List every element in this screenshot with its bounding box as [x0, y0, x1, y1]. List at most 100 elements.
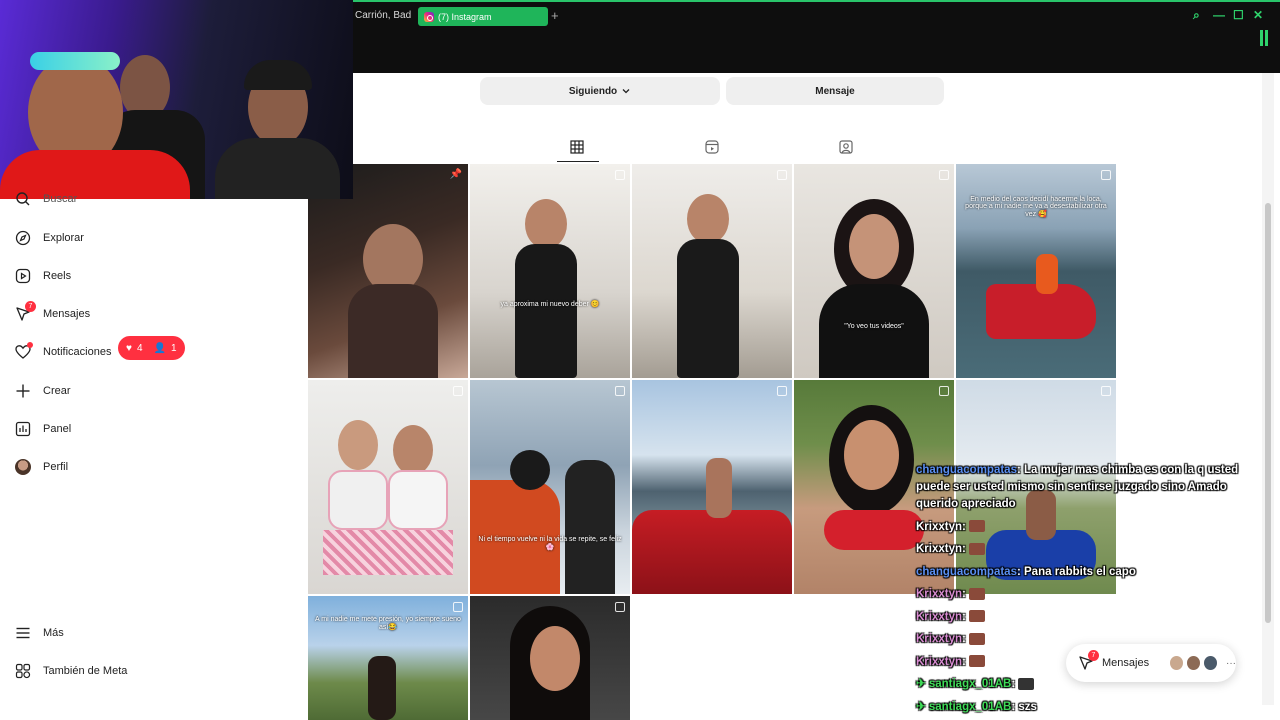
carousel-icon [1101, 386, 1111, 396]
chat-message: ✈ santiagx_01AB: szs [916, 700, 1037, 713]
search-icon [14, 191, 31, 208]
sidebar-item-label: Mensajes [43, 308, 91, 320]
emote-icon [969, 655, 986, 668]
chat-message: changuacompatas: Pana rabbits el capo [916, 565, 1136, 578]
active-tab-indicator [557, 161, 599, 162]
sidebar-item-profile[interactable]: Perfil [14, 456, 68, 478]
sidebar-item-create[interactable]: Crear [14, 380, 71, 402]
sidebar-item-label: Notificaciones [43, 346, 112, 358]
sidebar-item-label: Perfil [43, 461, 69, 473]
post-tile[interactable]: "Yo veo tus videos" [794, 164, 954, 378]
person-icon: 👤 [153, 342, 166, 354]
messages-floating-button[interactable]: 7 Mensajes ··· [1066, 644, 1236, 682]
maximize-button[interactable]: ☐ [1233, 8, 1244, 22]
emote-icon [969, 610, 986, 623]
reels-icon [14, 268, 31, 285]
sidebar-item-label: Explorar [43, 232, 84, 244]
notification-pill[interactable]: ♥ 4 👤 1 [118, 336, 185, 360]
post-tile[interactable] [632, 380, 792, 594]
post-tile[interactable]: Ni el tiempo vuelve ni la vida se repite… [470, 380, 630, 594]
post-tile[interactable]: En medio del caos decidí hacerme la loca… [956, 164, 1116, 378]
instagram-sidebar: Buscar Explorar Reels 7 Mensajes Notific… [0, 192, 307, 720]
post-tile[interactable]: A mi nadie me mete presión, yo siempre s… [308, 596, 468, 720]
post-tile[interactable] [308, 380, 468, 594]
sidebar-item-label: Crear [43, 385, 71, 397]
reels-tab-icon[interactable] [704, 139, 720, 155]
reel-icon [939, 170, 949, 180]
close-button[interactable]: ✕ [1253, 8, 1263, 22]
scrollbar-thumb[interactable] [1265, 203, 1271, 623]
sidebar-item-reels[interactable]: Reels [14, 265, 71, 287]
sidebar-toggle-icon[interactable] [1260, 30, 1268, 46]
post-tile[interactable]: ya aproxima mi nuevo deber 😊 [470, 164, 630, 378]
browser-tab-label: (7) Instagram [438, 11, 492, 22]
message-label: Mensaje [815, 85, 855, 97]
new-tab-button[interactable]: + [551, 8, 559, 23]
pin-icon: 📌 [449, 169, 462, 180]
profile-header: Siguiendo Mensaje [353, 73, 1268, 164]
avatar [1203, 655, 1218, 671]
sidebar-item-label: Panel [43, 423, 72, 435]
browser-tab-previous[interactable]: Carrión, Bad [355, 10, 411, 21]
tagged-tab-icon[interactable] [838, 139, 854, 155]
carousel-icon [939, 386, 949, 396]
reel-icon [453, 602, 463, 612]
sidebar-item-messages[interactable]: 7 Mensajes [14, 300, 91, 325]
sidebar-item-label: Más [43, 627, 64, 639]
sidebar-item-also-from-meta[interactable]: También de Meta [14, 660, 127, 682]
messages-badge: 7 [25, 300, 36, 312]
messages-label: Mensajes [1102, 657, 1150, 669]
post-tile[interactable] [632, 164, 792, 378]
chat-message: Krixxtyn: [916, 541, 1256, 558]
emote-icon [969, 520, 986, 533]
message-button[interactable]: Mensaje [726, 77, 944, 105]
chevron-down-icon [622, 89, 630, 94]
more-icon: ··· [1225, 657, 1236, 669]
reel-icon [1101, 170, 1111, 180]
chat-message: Krixxtyn: [916, 586, 1256, 603]
sidebar-item-dashboard[interactable]: Panel [14, 418, 71, 440]
emote-icon [969, 632, 986, 645]
instagram-icon [424, 11, 434, 22]
following-label: Siguiendo [568, 85, 618, 97]
sidebar-item-explore[interactable]: Explorar [14, 227, 84, 249]
carousel-icon [777, 386, 787, 396]
post-tile[interactable] [470, 596, 630, 720]
sidebar-item-search[interactable]: Buscar [14, 189, 77, 209]
carousel-icon [453, 386, 463, 396]
messages-badge: 7 [1088, 650, 1099, 661]
post-caption: Ni el tiempo vuelve ni la vida se repite… [478, 536, 622, 551]
sidebar-item-notifications[interactable]: Notificaciones [14, 341, 111, 363]
webcam-overlay [0, 0, 353, 199]
post-caption: "Yo veo tus videos" [844, 323, 904, 330]
heart-icon: ♥ [126, 342, 132, 354]
page-scrollbar[interactable] [1262, 73, 1274, 705]
meta-icon [14, 663, 31, 680]
sidebar-item-more[interactable]: Más [14, 622, 64, 644]
emote-icon [1018, 677, 1035, 690]
sidebar-item-label: Buscar [43, 193, 78, 205]
post-caption: En medio del caos decidí hacerme la loca… [965, 196, 1107, 218]
reel-icon [615, 386, 625, 396]
posts-grid-icon[interactable] [569, 139, 585, 155]
menu-icon [14, 625, 31, 642]
followers-count: 1 [170, 342, 177, 354]
following-button[interactable]: Siguiendo [480, 77, 720, 105]
minimize-button[interactable]: — [1213, 8, 1225, 22]
chat-message: changuacompatas: La mujer mas chimba es … [916, 464, 1239, 510]
browser-tab-instagram[interactable]: (7) Instagram [418, 7, 548, 26]
likes-count: 4 [136, 342, 143, 354]
emote-icon [969, 542, 986, 555]
messenger-icon: 7 [14, 300, 36, 323]
heart-icon [14, 341, 33, 361]
post-caption: A mi nadie me mete presión, yo siempre s… [315, 616, 461, 631]
carousel-icon [615, 602, 625, 612]
search-icon[interactable]: ⌕ [1193, 8, 1200, 23]
chat-message: Krixxtyn: [916, 519, 1256, 536]
emote-icon [969, 587, 986, 600]
chart-icon [14, 421, 31, 438]
chat-message: Krixxtyn: [916, 609, 1256, 626]
compass-icon [14, 230, 31, 247]
post-caption: ya aproxima mi nuevo deber 😊 [500, 301, 600, 308]
avatar [14, 459, 31, 475]
